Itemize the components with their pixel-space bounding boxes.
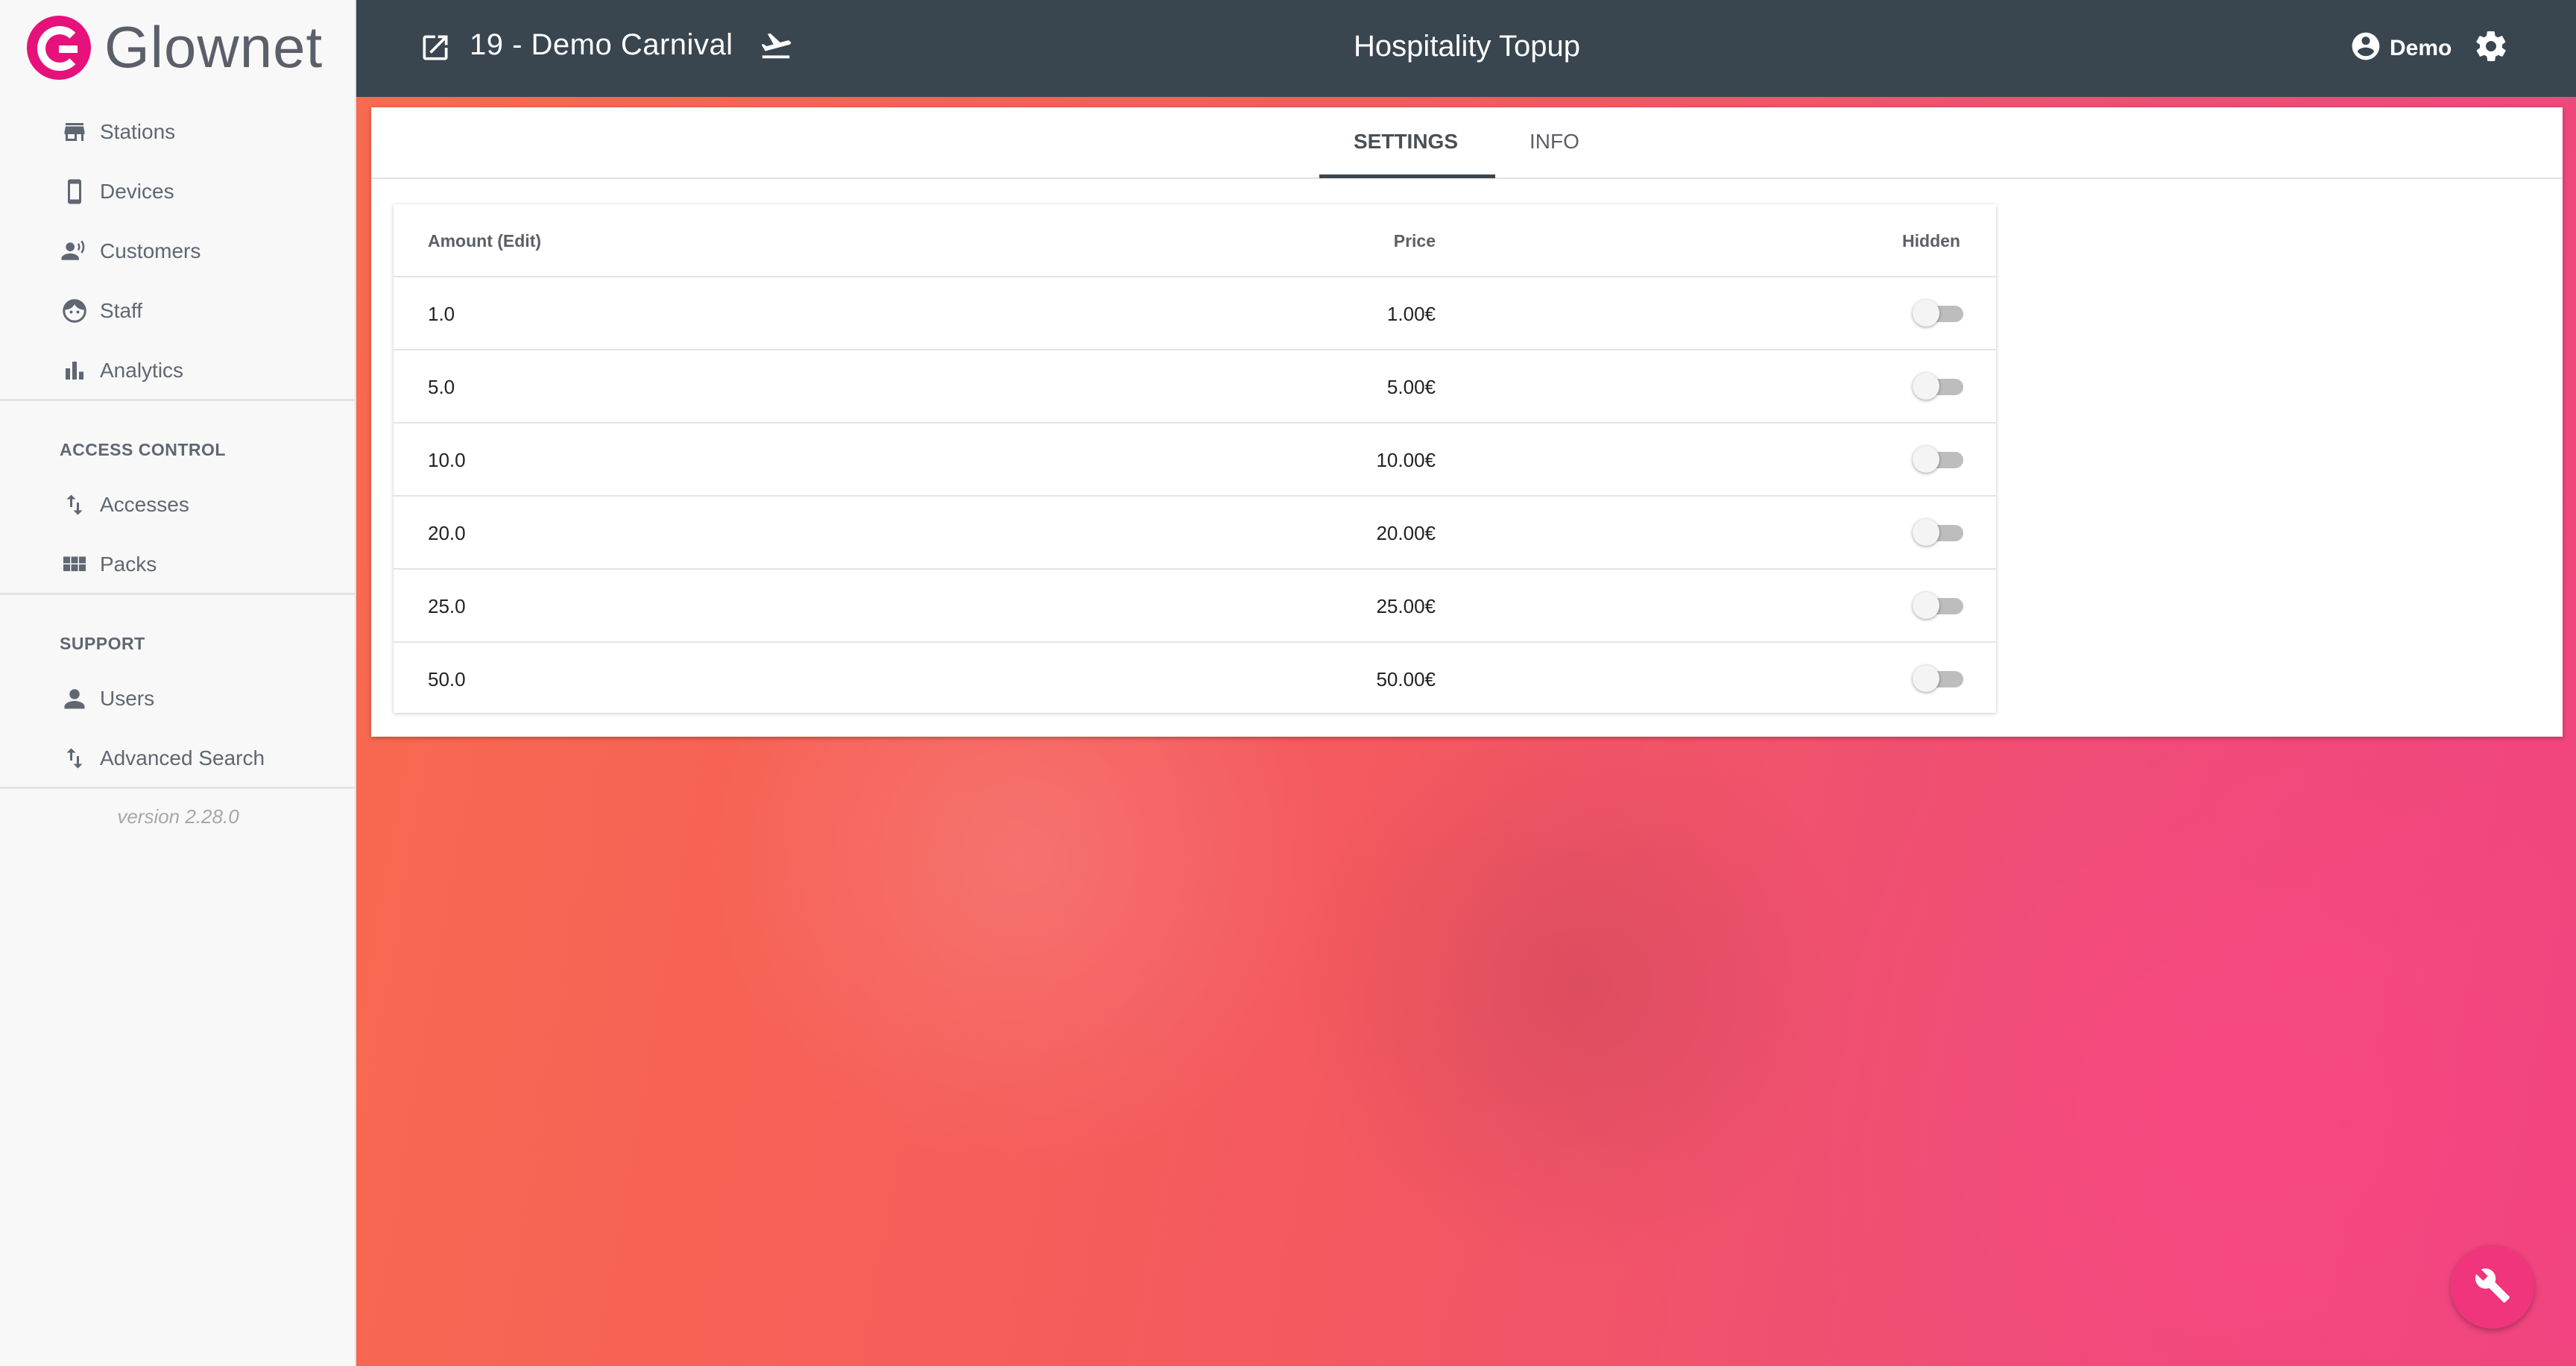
table-row: 10.0 10.00€ — [394, 424, 1996, 497]
hidden-toggle[interactable] — [1913, 519, 1963, 546]
price-cell: 1.00€ — [1386, 303, 1436, 325]
sidebar-divider — [0, 593, 355, 595]
sidebar-item-accesses[interactable]: Accesses — [60, 485, 189, 524]
sidebar-item-customers[interactable]: Customers — [60, 232, 201, 271]
tab-info[interactable]: INFO — [1530, 130, 1579, 154]
sidebar-divider — [0, 787, 355, 789]
sidebar-item-label: Accesses — [100, 493, 189, 516]
column-header-hidden: Hidden — [1902, 231, 1960, 251]
bar-chart-icon — [60, 356, 89, 385]
price-cell: 5.00€ — [1386, 376, 1436, 398]
tools-fab-button[interactable] — [2451, 1245, 2534, 1329]
user-menu[interactable]: Demo — [2349, 30, 2452, 66]
amount-cell[interactable]: 1.0 — [428, 303, 455, 326]
sidebar-item-advanced-search[interactable]: Advanced Search — [60, 739, 265, 778]
sidebar-item-label: Analytics — [100, 359, 184, 382]
person-icon — [60, 684, 89, 714]
sidebar-item-label: Staff — [100, 299, 143, 322]
account-circle-icon — [2349, 30, 2382, 66]
price-cell: 20.00€ — [1376, 522, 1436, 544]
version-label: version 2.28.0 — [117, 805, 239, 828]
table-header: Amount (Edit) Price Hidden — [394, 204, 1996, 277]
price-cell: 10.00€ — [1376, 449, 1436, 471]
table-row: 20.0 20.00€ — [394, 497, 1996, 570]
tab-active-indicator — [1319, 174, 1495, 178]
sidebar-item-label: Stations — [100, 120, 176, 143]
price-cell: 50.00€ — [1376, 668, 1436, 690]
toggle-knob — [1913, 519, 1939, 546]
amount-cell[interactable]: 10.0 — [428, 449, 466, 472]
hidden-toggle[interactable] — [1913, 665, 1963, 692]
hidden-toggle[interactable] — [1913, 373, 1963, 400]
hidden-toggle[interactable] — [1913, 446, 1963, 473]
toggle-knob — [1913, 592, 1939, 619]
amount-cell[interactable]: 25.0 — [428, 595, 466, 618]
tab-bar: SETTINGS INFO — [371, 107, 2563, 179]
sidebar-item-stations[interactable]: Stations — [60, 113, 175, 151]
app-root: Glownet Stations Devices Customers Staff — [0, 0, 2576, 1366]
toggle-knob — [1913, 300, 1939, 327]
gear-icon[interactable] — [2473, 28, 2509, 68]
table-row: 25.0 25.00€ — [394, 570, 1996, 643]
store-icon — [60, 117, 89, 147]
topup-table: Amount (Edit) Price Hidden 1.0 1.00€ 5.0… — [394, 204, 1996, 713]
amount-cell[interactable]: 5.0 — [428, 376, 455, 399]
sidebar-item-label: Users — [100, 687, 155, 710]
swap-vertical-icon — [60, 490, 89, 520]
customers-icon — [60, 236, 89, 266]
user-name: Demo — [2390, 35, 2452, 60]
smartphone-icon — [60, 177, 89, 207]
swap-vertical-icon — [60, 743, 89, 773]
sidebar-item-label: Customers — [100, 239, 201, 262]
column-header-price: Price — [1393, 231, 1436, 251]
price-cell: 25.00€ — [1376, 595, 1436, 617]
section-title-support: SUPPORT — [60, 634, 145, 653]
top-header: 19 - Demo Carnival Hospitality Topup Dem… — [356, 0, 2576, 97]
amount-cell[interactable]: 50.0 — [428, 668, 466, 691]
glownet-logo-icon — [27, 15, 91, 80]
amount-cell[interactable]: 20.0 — [428, 522, 466, 545]
sidebar-item-packs[interactable]: Packs — [60, 545, 157, 584]
toggle-knob — [1913, 373, 1939, 400]
tab-settings[interactable]: SETTINGS — [1354, 130, 1458, 154]
table-row: 5.0 5.00€ — [394, 350, 1996, 424]
brand-name: Glownet — [104, 14, 323, 80]
column-header-amount[interactable]: Amount (Edit) — [428, 231, 541, 251]
sidebar-item-users[interactable]: Users — [60, 679, 154, 718]
page-title: Hospitality Topup — [1354, 30, 1580, 63]
toggle-knob — [1913, 665, 1939, 692]
sidebar-item-staff[interactable]: Staff — [60, 292, 142, 330]
hidden-toggle[interactable] — [1913, 300, 1963, 327]
face-icon — [60, 296, 89, 326]
sidebar-item-label: Packs — [100, 553, 157, 576]
sidebar-item-label: Advanced Search — [100, 746, 265, 769]
sidebar-item-analytics[interactable]: Analytics — [60, 351, 183, 390]
toggle-knob — [1913, 446, 1939, 473]
table-row: 1.0 1.00€ — [394, 277, 1996, 350]
hidden-toggle[interactable] — [1913, 592, 1963, 619]
section-title-access-control: ACCESS CONTROL — [60, 440, 226, 459]
wrench-icon — [2474, 1267, 2511, 1308]
open-external-icon[interactable] — [419, 31, 452, 68]
grid-icon — [60, 550, 89, 579]
sidebar-item-devices[interactable]: Devices — [60, 172, 174, 211]
sidebar: Glownet Stations Devices Customers Staff — [0, 0, 356, 1366]
main-card: SETTINGS INFO Amount (Edit) Price Hidden… — [371, 107, 2563, 737]
sidebar-divider — [0, 399, 355, 401]
brand-logo[interactable]: Glownet — [27, 13, 323, 81]
sidebar-item-label: Devices — [100, 180, 174, 203]
table-row: 50.0 50.00€ — [394, 643, 1996, 714]
